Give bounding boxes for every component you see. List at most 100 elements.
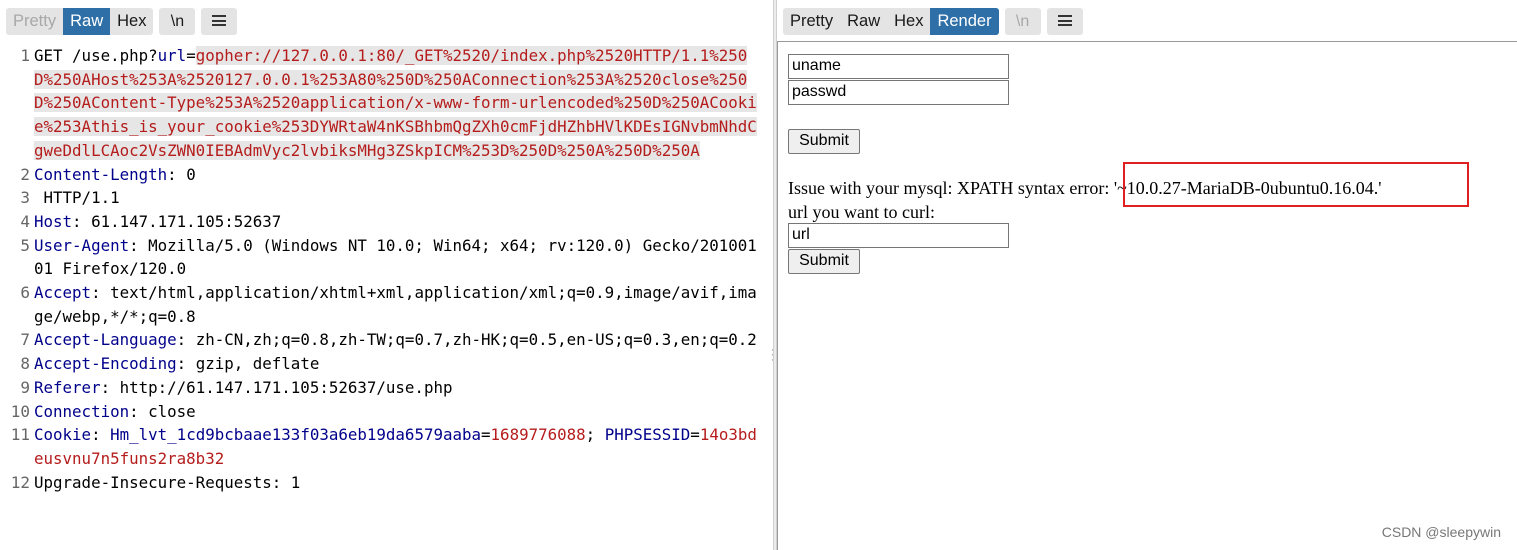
- header-name: Host: [34, 211, 73, 231]
- header-name: Content-Length: [34, 164, 168, 184]
- request-toolbar: Pretty Raw Hex \n: [6, 8, 238, 35]
- tab-hex[interactable]: Hex: [887, 8, 930, 35]
- line-number: 1: [20, 46, 30, 65]
- request-line-text: Cookie: Hm_lvt_1cd9bcbaae133f03a6eb19da6…: [34, 423, 766, 470]
- cookie-name: PHPSESSID: [604, 425, 691, 445]
- tab-pretty[interactable]: Pretty: [6, 8, 63, 35]
- line-number: 8: [20, 354, 30, 374]
- header-name: Accept: [34, 283, 92, 303]
- header-value: HTTP/1.1: [34, 188, 120, 208]
- header-name: Accept-Language: [34, 330, 177, 350]
- splitter-grip-icon: · · ·: [771, 346, 774, 366]
- header-name: Cookie: [34, 425, 92, 445]
- request-line-text: HTTP/1.1: [34, 186, 766, 210]
- header-sep: :: [176, 354, 196, 374]
- header-sep: :: [100, 377, 120, 397]
- newline-toggle-button[interactable]: \n: [159, 8, 196, 35]
- error-highlight-box: [1123, 162, 1469, 207]
- request-line-text: Upgrade-Insecure-Requests: 1: [34, 472, 301, 492]
- response-view-tabs: Pretty Raw Hex Render: [783, 8, 999, 35]
- request-pane: Pretty Raw Hex \n 1 GET /use.php?url=gop…: [0, 0, 773, 550]
- param-eq: =: [186, 46, 196, 65]
- response-toolbar: Pretty Raw Hex Render \n: [783, 8, 1083, 35]
- request-header-line: 10 Connection: close: [0, 400, 773, 424]
- header-value: text/html,application/xhtml+xml,applicat…: [34, 283, 757, 326]
- param-name: url: [157, 46, 187, 65]
- header-value: 0: [186, 164, 196, 184]
- request-line-text: Accept-Encoding: gzip, deflate: [34, 352, 766, 376]
- line-number: 11: [10, 425, 30, 445]
- submit-button[interactable]: Submit: [788, 129, 860, 154]
- request-line-text: Referer: http://61.147.171.105:52637/use…: [34, 376, 766, 400]
- header-sep: :: [129, 401, 149, 421]
- header-name: Referer: [34, 377, 101, 397]
- line-number: 7: [20, 330, 30, 350]
- header-sep: :: [91, 283, 101, 303]
- line-number: 2: [20, 164, 30, 184]
- request-header-line: 7 Accept-Language: zh-CN,zh;q=0.8,zh-TW;q…: [0, 328, 773, 352]
- request-header-line: 9 Referer: http://61.147.171.105:52637/us…: [0, 376, 773, 400]
- line-number: 4: [20, 211, 30, 231]
- request-line-cookie: 11 Cookie: Hm_lvt_1cd9bcbaae133f03a6eb19…: [0, 423, 773, 470]
- request-line-text: Accept-Language: zh-CN,zh;q=0.8,zh-TW;q=…: [34, 328, 766, 352]
- request-header-line: 5 User-Agent: Mozilla/5.0 (Windows NT 10.…: [0, 234, 773, 281]
- line-number: 3: [20, 188, 30, 208]
- request-line-1: 1 GET /use.php?url=gopher://127.0.0.1:80…: [0, 44, 773, 163]
- tab-hex[interactable]: Hex: [110, 8, 153, 35]
- newline-toggle-button[interactable]: \n: [1004, 8, 1041, 35]
- header-sep: :: [72, 211, 92, 231]
- line-number: 9: [20, 377, 30, 397]
- cookie-eq: =: [481, 425, 491, 445]
- submit-url-button[interactable]: Submit: [788, 249, 860, 274]
- header-name: Accept-Encoding: [34, 354, 177, 374]
- request-line-text: Host: 61.147.171.105:52637: [34, 210, 766, 234]
- render-view: uname passwd Submit Issue with your mysq…: [777, 41, 1517, 550]
- header-sep: :: [176, 330, 187, 350]
- request-header-line: 8 Accept-Encoding: gzip, deflate: [0, 352, 773, 376]
- cookie-value: 1689776088: [490, 425, 586, 445]
- request-header-line: 6 Accept: text/html,application/xhtml+xml…: [0, 281, 773, 328]
- request-editor[interactable]: 1 GET /use.php?url=gopher://127.0.0.1:80…: [0, 44, 773, 550]
- header-sep: :: [167, 164, 187, 184]
- request-header-line: 3 HTTP/1.1: [0, 186, 773, 210]
- line-number: 10: [10, 401, 30, 421]
- line-number: 5: [20, 235, 30, 255]
- header-value: http://61.147.171.105:52637/use.php: [119, 377, 453, 397]
- cookie-separator: ;: [585, 425, 605, 445]
- tab-raw[interactable]: Raw: [63, 8, 111, 35]
- request-line-text: User-Agent: Mozilla/5.0 (Windows NT 10.0…: [34, 234, 766, 281]
- request-line-text: Content-Length: 0: [34, 163, 766, 187]
- request-line-partial: 12 Upgrade-Insecure-Requests: 1: [0, 471, 773, 495]
- request-menu-button[interactable]: [201, 8, 238, 35]
- line-number: 6: [20, 283, 30, 303]
- response-menu-button[interactable]: [1046, 8, 1083, 35]
- request-view-tabs: Pretty Raw Hex: [6, 8, 154, 35]
- url-label: url you want to curl:: [788, 202, 935, 222]
- request-line-text: Connection: close: [34, 400, 766, 424]
- cookie-eq: =: [690, 425, 700, 445]
- header-sep: :: [129, 235, 149, 255]
- header-value: gzip, deflate: [195, 354, 320, 374]
- header-sep: :: [91, 425, 111, 445]
- header-value: close: [148, 401, 196, 421]
- passwd-input[interactable]: passwd: [788, 80, 1009, 105]
- uname-input[interactable]: uname: [788, 54, 1009, 79]
- watermark: CSDN @sleepywin: [1381, 524, 1501, 540]
- header-value: zh-CN,zh;q=0.8,zh-TW;q=0.7,zh-HK;q=0.5,e…: [186, 330, 757, 350]
- method-path: GET /use.php?: [34, 46, 158, 65]
- line-number: 12: [10, 472, 30, 492]
- url-input[interactable]: url: [788, 223, 1009, 248]
- tab-render[interactable]: Render: [930, 8, 999, 35]
- request-line-text: GET /use.php?url=gopher://127.0.0.1:80/_…: [34, 44, 766, 163]
- request-header-line: 4 Host: 61.147.171.105:52637: [0, 210, 773, 234]
- header-name: Connection: [34, 401, 130, 421]
- tab-raw[interactable]: Raw: [840, 8, 887, 35]
- request-line-text: Accept: text/html,application/xhtml+xml,…: [34, 281, 766, 328]
- cookie-name: Hm_lvt_1cd9bcbaae133f03a6eb19da6579aaba: [110, 425, 482, 445]
- hamburger-menu-icon: [1057, 15, 1072, 27]
- hamburger-menu-icon: [212, 15, 227, 27]
- header-name: User-Agent: [34, 235, 130, 255]
- header-value: 61.147.171.105:52637: [91, 211, 282, 231]
- tab-pretty[interactable]: Pretty: [783, 8, 840, 35]
- request-header-line: 2 Content-Length: 0: [0, 163, 773, 187]
